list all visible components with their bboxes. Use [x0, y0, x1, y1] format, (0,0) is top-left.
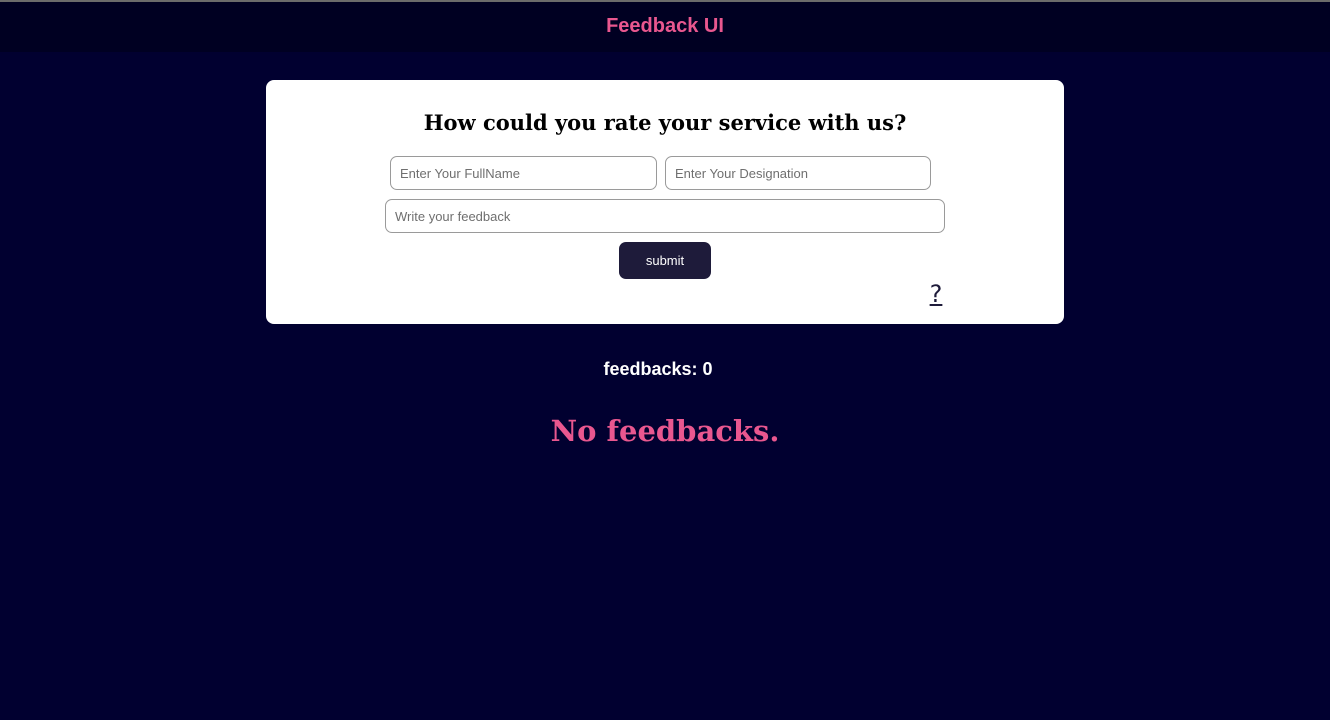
app-header: Feedback UI [0, 2, 1330, 52]
help-link[interactable]: ? [924, 280, 948, 308]
feedback-count: feedbacks: 0 [603, 359, 713, 379]
app-title: Feedback UI [606, 14, 724, 37]
designation-input[interactable] [665, 156, 931, 190]
rating-question: How could you rate your service with us? [423, 110, 907, 135]
fullname-input[interactable] [390, 156, 657, 190]
submit-button[interactable]: submit [619, 242, 711, 279]
empty-feedback-message: No feedbacks. [550, 414, 780, 448]
feedback-input[interactable] [385, 199, 945, 233]
